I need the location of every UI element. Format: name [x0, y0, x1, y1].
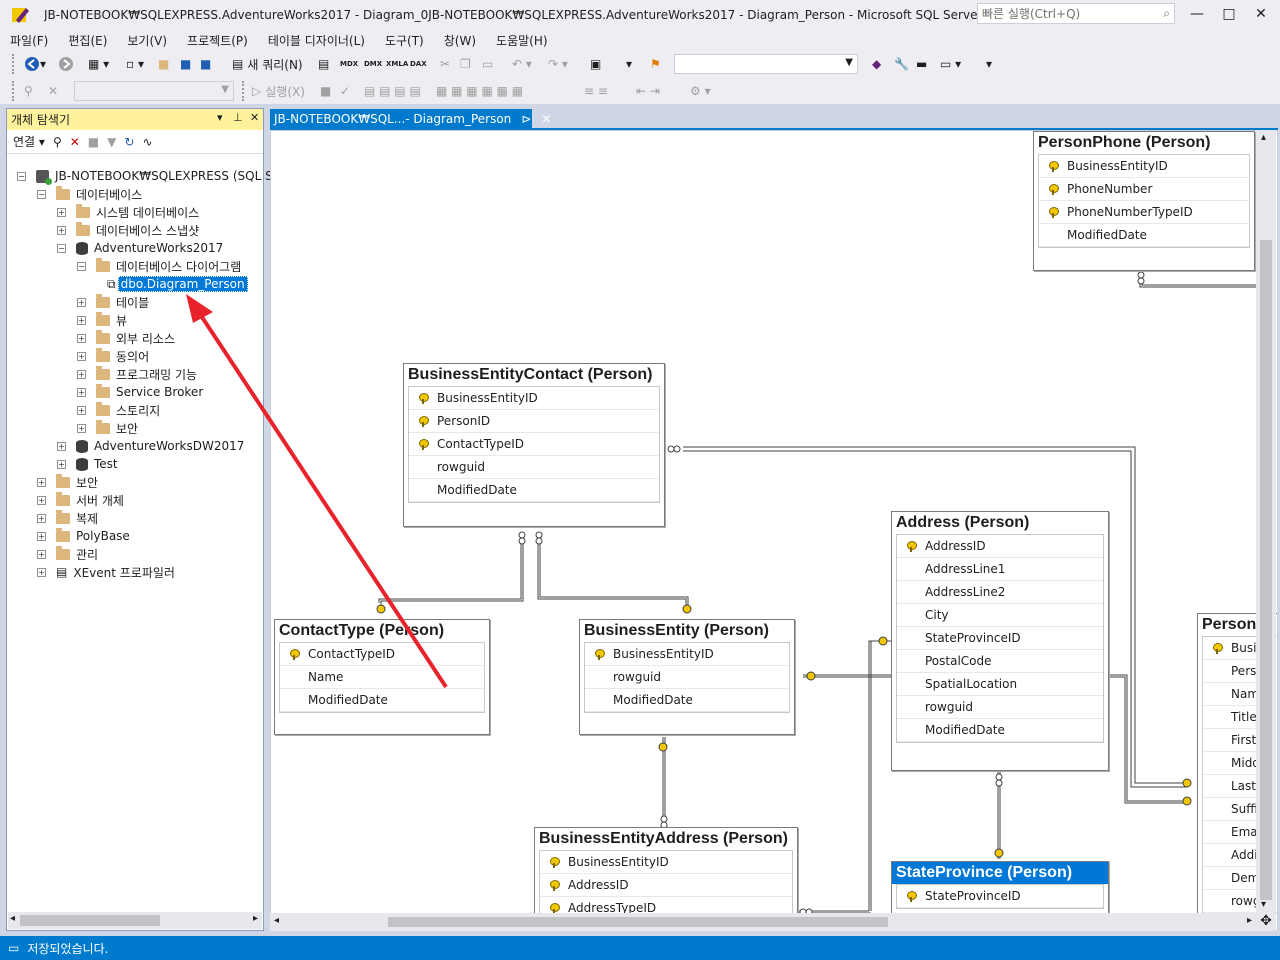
- status-bar: ▭ 저장되었습니다.: [0, 936, 1280, 960]
- annotation-arrow: [186, 294, 448, 689]
- status-text: 저장되었습니다.: [27, 941, 109, 956]
- annotation-arrow-head: [186, 294, 213, 323]
- status-icon: ▭: [8, 941, 20, 955]
- annotation-arrow-line: [194, 306, 448, 689]
